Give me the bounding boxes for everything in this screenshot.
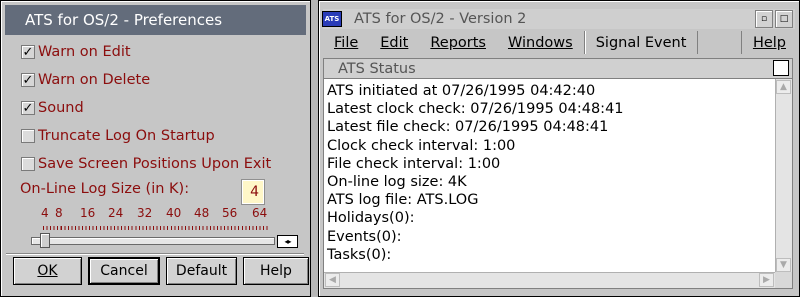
menu-file[interactable]: File [323,31,369,54]
scale-label: 48 [194,206,210,220]
scroll-right-icon[interactable]: ▶ [759,273,774,287]
ats-status-window: ATS Status ATS initiated at 07/26/1995 0… [323,58,793,289]
status-line: Latest file check: 07/26/1995 04:48:41 [327,119,609,136]
checkbox-checked-icon: ✓ [21,100,35,116]
menu-signal-event[interactable]: Signal Event [583,31,699,54]
warn-on-delete-label: Warn on Delete [38,72,151,88]
help-button[interactable]: Help [243,257,309,285]
log-size-input[interactable]: 4 [241,179,265,205]
status-line: ATS log file: ATS.LOG [327,192,479,209]
ok-button-label: OK [37,263,58,279]
truncate-log-label: Truncate Log On Startup [38,128,215,144]
checkbox-checked-icon: ✓ [21,72,35,88]
truncate-log-checkbox[interactable]: Truncate Log On Startup [21,126,215,146]
default-button-label: Default [175,263,228,279]
menu-help[interactable]: Help [740,31,797,54]
main-title: ATS for OS/2 - Version 2 [354,11,527,27]
warn-on-delete-checkbox[interactable]: ✓ Warn on Delete [21,70,150,90]
log-size-slider-thumb[interactable] [40,233,50,248]
scale-label: 56 [222,206,238,220]
scroll-up-icon[interactable]: ▲ [776,80,791,94]
status-line: Latest clock check: 07/26/1995 04:48:41 [327,101,624,118]
default-button[interactable]: Default [166,257,237,285]
status-line: Clock check interval: 1:00 [327,137,516,154]
main-titlebar[interactable]: ATS ATS for OS/2 - Version 2 ▫ □ [322,9,795,29]
maximize-icon[interactable]: □ [775,10,793,28]
warn-on-edit-label: Warn on Edit [38,44,131,60]
help-button-label: Help [260,263,292,279]
ats-status-title: ATS Status [338,60,416,77]
status-line: Events(0): [327,228,402,245]
checkbox-unchecked-icon [21,157,35,171]
status-maximize-icon[interactable] [773,60,789,76]
menu-windows[interactable]: Windows [497,31,584,54]
menu-edit[interactable]: Edit [369,31,419,54]
status-line: File check interval: 1:00 [327,155,501,172]
ats-main-window: ATS ATS for OS/2 - Version 2 ▫ □ File Ed… [318,0,800,297]
scale-label: 64 [252,206,268,220]
cancel-button[interactable]: Cancel [88,257,160,285]
menu-reports[interactable]: Reports [419,31,497,54]
scale-label: 40 [166,206,182,220]
checkbox-checked-icon: ✓ [21,44,35,60]
status-line: On-line log size: 4K [327,174,467,191]
save-positions-label: Save Screen Positions Upon Exit [38,156,272,172]
cancel-button-label: Cancel [100,263,148,279]
restore-icon[interactable]: ▫ [755,10,773,28]
warn-on-edit-checkbox[interactable]: ✓ Warn on Edit [21,42,131,62]
log-size-label: On-Line Log Size (in K): [20,181,190,197]
scroll-down-icon[interactable]: ▼ [776,258,791,272]
status-line: ATS initiated at 07/26/1995 04:42:40 [327,83,596,99]
preferences-titlebar[interactable]: ATS for OS/2 - Preferences [5,5,306,35]
scrollbar-corner [775,272,792,288]
sound-label: Sound [38,100,84,116]
scale-label: 32 [137,206,153,220]
slider-arrows-icon[interactable]: ◂▸ [277,235,298,248]
save-positions-checkbox[interactable]: Save Screen Positions Upon Exit [21,154,271,174]
sound-checkbox[interactable]: ✓ Sound [21,98,84,118]
scale-label: 8 [55,206,63,220]
status-line: Tasks(0): [327,246,392,263]
menu-bar: File Edit Reports Windows Signal Event H… [323,31,797,54]
scale-label: 24 [108,206,124,220]
log-size-slider-track[interactable] [31,237,275,245]
status-text-list: ATS initiated at 07/26/1995 04:42:40 Lat… [327,82,624,264]
horizontal-scrollbar[interactable]: ◀ ▶ [324,272,775,288]
ok-button[interactable]: OK [13,257,82,285]
scroll-left-icon[interactable]: ◀ [325,273,340,287]
preferences-title: ATS for OS/2 - Preferences [25,11,223,29]
scale-label: 4 [41,206,49,220]
ats-app-icon[interactable]: ATS [322,11,342,27]
ats-status-titlebar[interactable]: ATS Status [324,59,792,79]
slider-tick-ruler [43,222,269,230]
checkbox-unchecked-icon [21,129,35,143]
button-divider [6,253,304,255]
scale-label: 16 [80,206,96,220]
vertical-scrollbar[interactable]: ▲ ▼ [775,79,792,273]
status-line: Holidays(0): [327,210,415,227]
slider-scale: 4 8 16 24 32 40 48 56 64 [0,206,311,222]
